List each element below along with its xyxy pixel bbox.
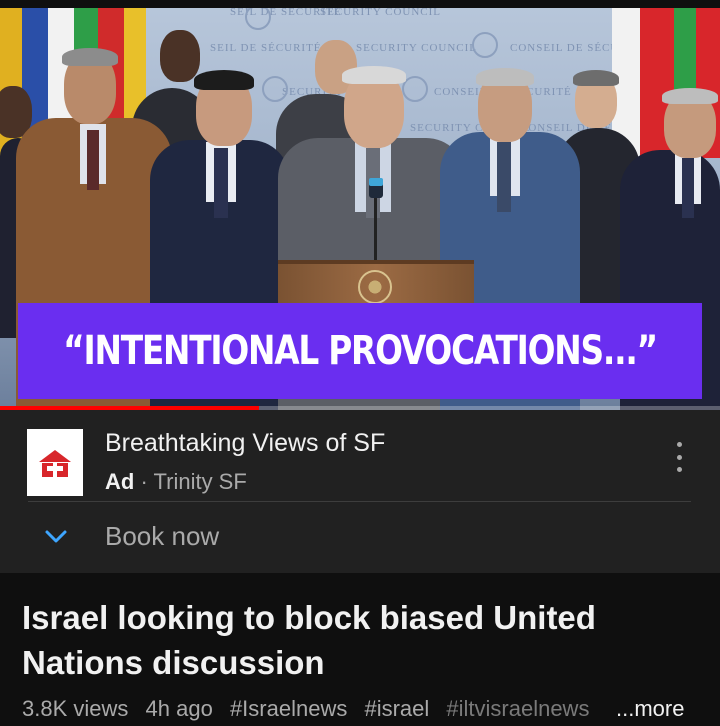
- more-button[interactable]: ...more: [612, 696, 685, 722]
- separator: ·: [140, 469, 148, 494]
- microphone: [369, 178, 383, 260]
- divider: [28, 501, 691, 502]
- un-emblem-icon: [262, 76, 288, 102]
- wall-text: SEIL DE SÉCURITÉ: [210, 42, 322, 54]
- un-emblem-icon: [472, 32, 498, 58]
- ad-title[interactable]: Breathtaking Views of SF: [105, 429, 385, 458]
- caption-banner: “INTENTIONAL PROVOCATIONS...”: [18, 303, 702, 399]
- view-count: 3.8K views: [22, 696, 129, 721]
- hashtag-link[interactable]: #Israelnews: [230, 696, 347, 721]
- book-now-button[interactable]: Book now: [105, 521, 219, 552]
- red-house-logo-icon: [39, 449, 71, 477]
- ad-label: Ad: [105, 469, 135, 494]
- video-title[interactable]: Israel looking to block biased United Na…: [22, 595, 702, 685]
- wall-text: CONSEIL DE SÉCU: [510, 42, 620, 54]
- caption-text: “INTENTIONAL PROVOCATIONS...”: [63, 328, 658, 374]
- upload-age: 4h ago: [145, 696, 213, 721]
- advertiser-name: Trinity SF: [153, 469, 247, 494]
- ad-card[interactable]: Breathtaking Views of SF Ad · Trinity SF…: [0, 410, 720, 573]
- ad-meta: Ad · Trinity SF: [105, 469, 247, 495]
- wall-text: SECURITY COUNCIL: [356, 42, 478, 54]
- un-emblem-icon: [358, 270, 392, 304]
- hashtag-link[interactable]: #israel: [364, 696, 429, 721]
- wall-text: SECURITY COUNCIL: [320, 8, 442, 18]
- advertiser-logo[interactable]: [27, 429, 83, 496]
- more-vert-icon[interactable]: [668, 442, 690, 472]
- video-player[interactable]: SEIL DE SÉCURITÉ SECURITY COUNCIL SEIL D…: [0, 8, 720, 410]
- chevron-down-icon[interactable]: [44, 529, 68, 545]
- video-info: Israel looking to block biased United Na…: [0, 573, 720, 722]
- hashtag-link[interactable]: #iltvisraelnews: [446, 696, 589, 721]
- status-bar: [0, 0, 720, 8]
